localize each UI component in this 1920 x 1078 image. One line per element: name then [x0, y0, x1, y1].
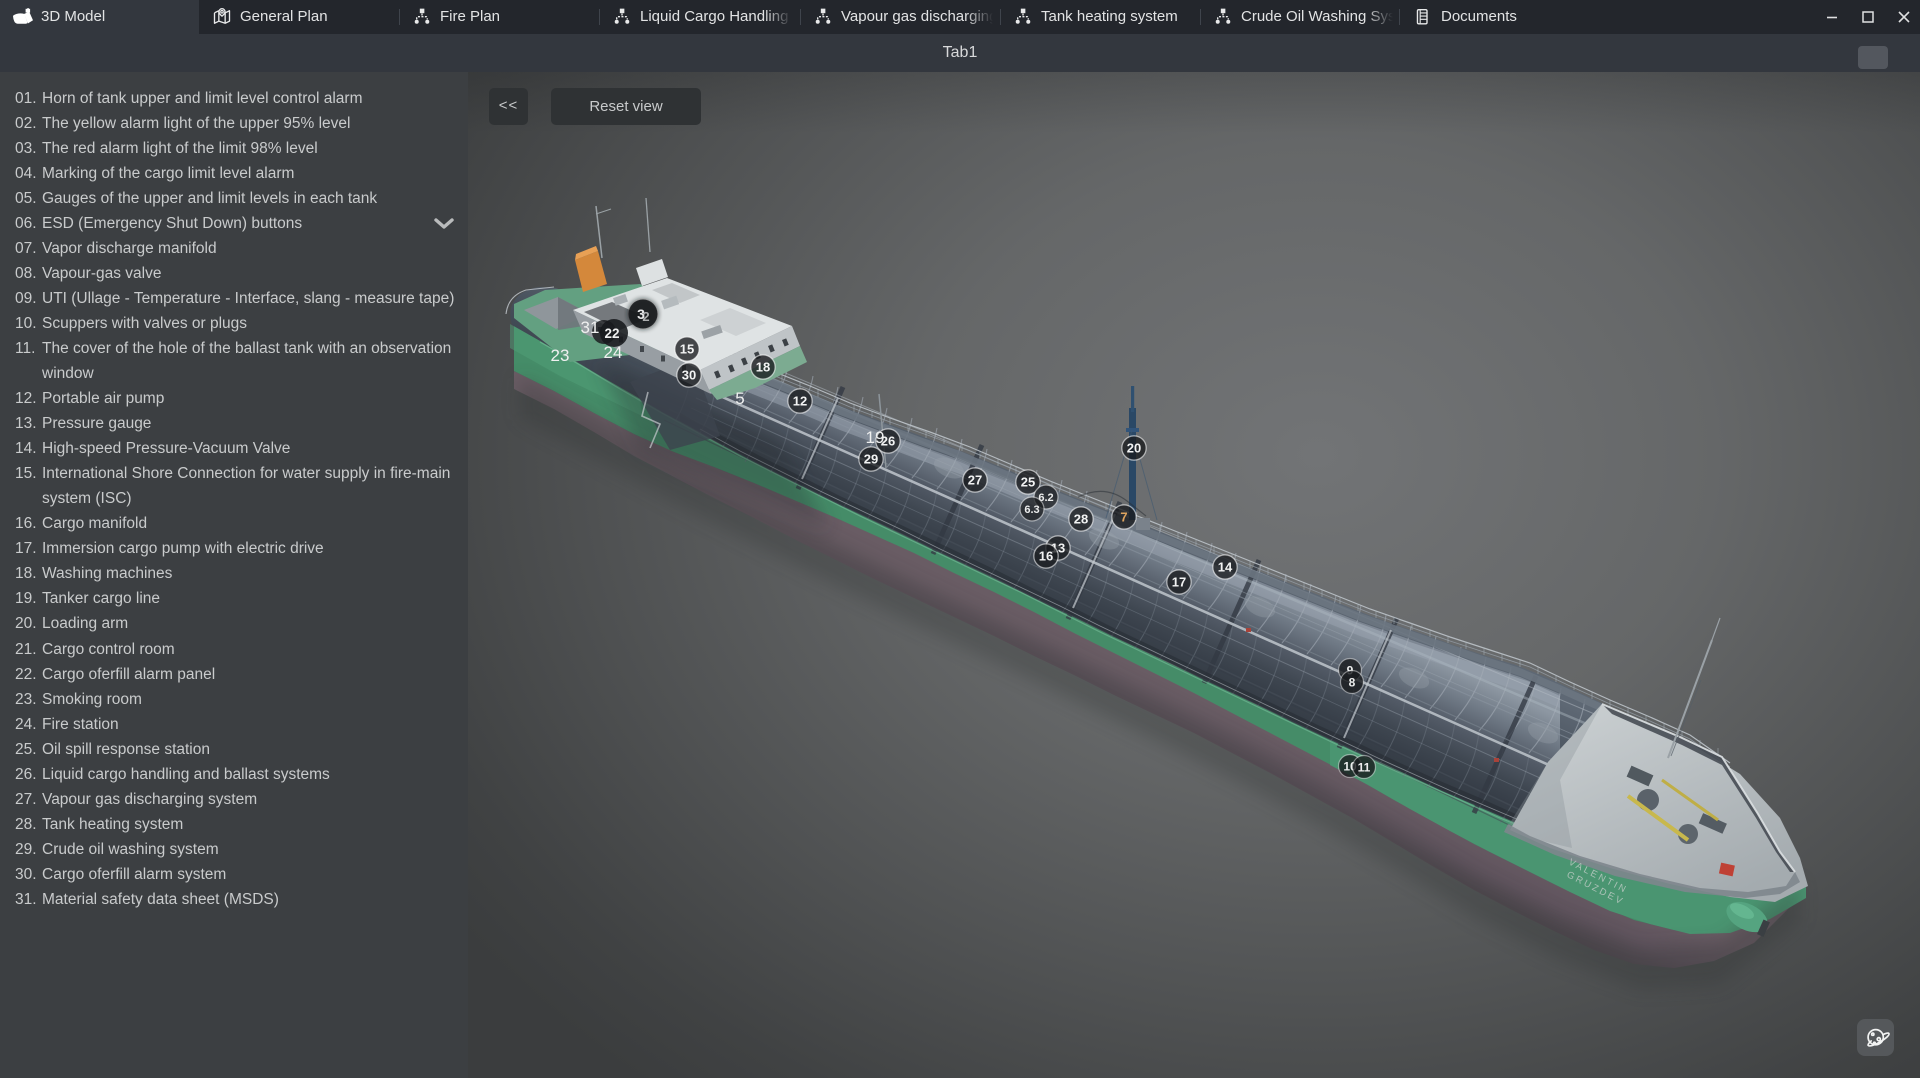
- svg-text:22: 22: [604, 326, 619, 341]
- svg-text:14: 14: [1218, 560, 1233, 575]
- svg-text:5: 5: [735, 389, 744, 408]
- svg-text:30: 30: [682, 368, 696, 383]
- svg-text:6.3: 6.3: [1024, 504, 1039, 516]
- svg-text:23: 23: [551, 346, 570, 365]
- svg-text:28: 28: [1074, 512, 1088, 527]
- svg-text:16: 16: [1039, 549, 1053, 564]
- svg-text:11: 11: [1358, 761, 1371, 775]
- svg-text:17: 17: [1172, 575, 1186, 590]
- svg-text:29: 29: [864, 452, 878, 467]
- svg-text:31: 31: [581, 318, 600, 337]
- svg-text:18: 18: [756, 360, 770, 375]
- svg-text:2: 2: [642, 309, 649, 324]
- svg-text:25: 25: [1021, 475, 1035, 490]
- svg-text:15: 15: [680, 342, 694, 357]
- svg-text:20: 20: [1127, 441, 1141, 456]
- svg-text:19: 19: [866, 428, 885, 447]
- svg-text:7: 7: [1120, 510, 1127, 525]
- svg-text:27: 27: [968, 473, 982, 488]
- svg-text:24: 24: [604, 343, 623, 362]
- svg-text:12: 12: [793, 394, 807, 409]
- svg-text:8: 8: [1349, 676, 1356, 690]
